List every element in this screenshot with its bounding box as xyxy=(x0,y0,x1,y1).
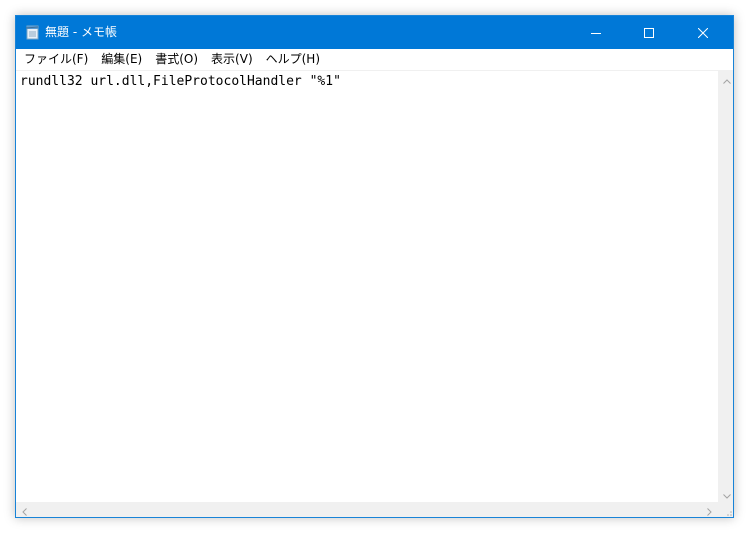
chevron-up-icon xyxy=(722,69,731,88)
chevron-left-icon xyxy=(22,501,27,517)
notepad-icon[interactable] xyxy=(24,24,40,40)
menu-help[interactable]: ヘルプ(H) xyxy=(260,49,327,69)
minimize-button[interactable] xyxy=(573,16,619,49)
scroll-left-button[interactable] xyxy=(16,501,33,517)
maximize-button[interactable] xyxy=(626,16,672,49)
title-bar[interactable]: 無題 - メモ帳 xyxy=(16,16,733,49)
window-title: 無題 - メモ帳 xyxy=(45,25,117,39)
size-grip[interactable] xyxy=(718,502,733,517)
notepad-window: 無題 - メモ帳 ファイル(F) 編集(E) 書式(O) 表示(V) ヘルプ(H… xyxy=(15,15,734,518)
menu-format[interactable]: 書式(O) xyxy=(149,49,205,69)
scroll-up-button[interactable] xyxy=(718,69,733,88)
horizontal-scrollbar[interactable] xyxy=(16,501,718,517)
maximize-icon xyxy=(644,23,654,42)
menu-bar: ファイル(F) 編集(E) 書式(O) 表示(V) ヘルプ(H) xyxy=(16,49,733,69)
menu-view[interactable]: 表示(V) xyxy=(205,49,260,69)
minimize-icon xyxy=(591,23,601,42)
editor-content[interactable]: rundll32 url.dll,FileProtocolHandler "%1… xyxy=(20,73,341,90)
close-icon xyxy=(697,23,709,42)
chevron-right-icon xyxy=(707,501,712,517)
scroll-down-button[interactable] xyxy=(718,484,733,503)
scroll-right-button[interactable] xyxy=(701,501,718,517)
menu-edit[interactable]: 編集(E) xyxy=(95,49,149,69)
resize-grip-icon xyxy=(727,511,732,516)
vertical-scrollbar[interactable] xyxy=(718,69,733,503)
text-editor[interactable]: rundll32 url.dll,FileProtocolHandler "%1… xyxy=(16,70,718,502)
close-button[interactable] xyxy=(680,16,726,49)
menu-file[interactable]: ファイル(F) xyxy=(18,49,95,69)
chevron-down-icon xyxy=(722,484,731,503)
